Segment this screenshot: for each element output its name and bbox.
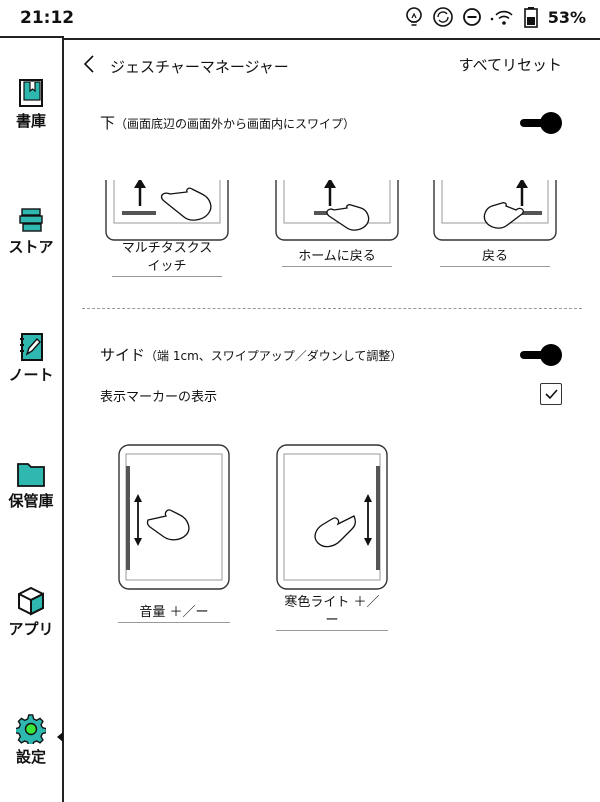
status-icons: 53%: [404, 6, 586, 28]
side-gesture-toggle[interactable]: [520, 344, 562, 366]
gesture-option-home[interactable]: ホームに戻る: [274, 178, 400, 267]
swipe-up-home-illustration: [275, 178, 399, 241]
sync-icon: [432, 7, 453, 27]
notes-icon: [20, 333, 43, 361]
do-not-disturb-icon: [462, 8, 481, 26]
library-icon: [19, 79, 43, 107]
sidebar-item-store[interactable]: ストア: [0, 206, 62, 257]
side-gesture-label: サイド: [100, 346, 146, 364]
bottom-gesture-toggle[interactable]: [520, 112, 562, 134]
settings-gear-icon: [16, 714, 46, 744]
side-swipe-volume-illustration: [118, 444, 230, 590]
side-gesture-subtitle: （端 1cm、スワイプアップ／ダウンして調整）: [145, 349, 403, 363]
page-title: ジェスチャーマネージャー: [110, 58, 289, 76]
gesture-option-multitask[interactable]: マルチタスクス イッチ: [104, 178, 230, 277]
gesture-option-back[interactable]: 戻る: [432, 178, 558, 267]
battery-percentage: 53%: [547, 7, 586, 27]
sidebar-item-library[interactable]: 書庫: [0, 78, 62, 131]
gesture-option-label: マルチタスクス イッチ: [112, 240, 222, 277]
side-swipe-cool-light-illustration: [276, 444, 388, 590]
wifi-icon: [490, 10, 513, 25]
sidebar-item-settings[interactable]: 設定: [0, 714, 62, 767]
bottom-gesture-subtitle: （画面底辺の画面外から画面内にスワイプ）: [115, 117, 356, 131]
sidebar-item-label: 設定: [15, 748, 46, 766]
gesture-option-label: 戻る: [440, 248, 550, 267]
sidebar-item-label: ノート: [8, 366, 54, 384]
gesture-option-label: ホームに戻る: [282, 248, 392, 267]
sidebar-item-notes[interactable]: ノート: [0, 332, 62, 385]
status-time: 21:12: [20, 8, 75, 28]
folder-icon: [17, 463, 45, 487]
gesture-option-label: 音量 ＋／ー: [118, 604, 230, 623]
status-bar: 21:12 53%: [0, 0, 600, 36]
sidebar-item-storage[interactable]: 保管庫: [0, 460, 62, 511]
bottom-gesture-title: 下（画面底辺の画面外から画面内にスワイプ）: [100, 112, 355, 133]
apps-icon: [18, 586, 44, 616]
sidebar-item-label: 保管庫: [8, 492, 54, 510]
checkmark-icon: [545, 389, 558, 400]
back-chevron-icon[interactable]: [82, 54, 96, 74]
gesture-manager-panel: ジェスチャーマネージャー すべてリセット 下（画面底辺の画面外から画面内にスワイ…: [64, 38, 600, 802]
marker-display-checkbox[interactable]: [540, 383, 562, 405]
gesture-option-cool-light[interactable]: 寒色ライト ＋／ ー: [276, 444, 388, 631]
marker-display-label: 表示マーカーの表示: [100, 390, 218, 405]
gesture-option-label: 寒色ライト ＋／ ー: [276, 594, 388, 631]
bottom-gesture-label: 下: [100, 114, 116, 132]
sidebar: 書庫 ストア ノート 保管庫 アプリ 設定: [0, 36, 64, 802]
sidebar-item-label: 書庫: [15, 112, 46, 130]
reset-all-button[interactable]: すべてリセット: [459, 54, 562, 75]
sidebar-item-label: アプリ: [8, 620, 54, 638]
swipe-up-back-illustration: [433, 178, 557, 241]
sidebar-item-label: ストア: [8, 238, 54, 256]
sidebar-item-apps[interactable]: アプリ: [0, 586, 62, 639]
gesture-option-volume[interactable]: 音量 ＋／ー: [118, 444, 230, 623]
active-indicator: [57, 732, 63, 742]
swipe-up-multitask-illustration: [105, 178, 229, 241]
battery-icon: [523, 7, 538, 28]
side-gesture-title: サイド（端 1cm、スワイプアップ／ダウンして調整）: [100, 344, 402, 365]
store-icon: [19, 208, 43, 232]
lightbulb-icon: [405, 7, 422, 26]
section-divider: [82, 308, 582, 309]
